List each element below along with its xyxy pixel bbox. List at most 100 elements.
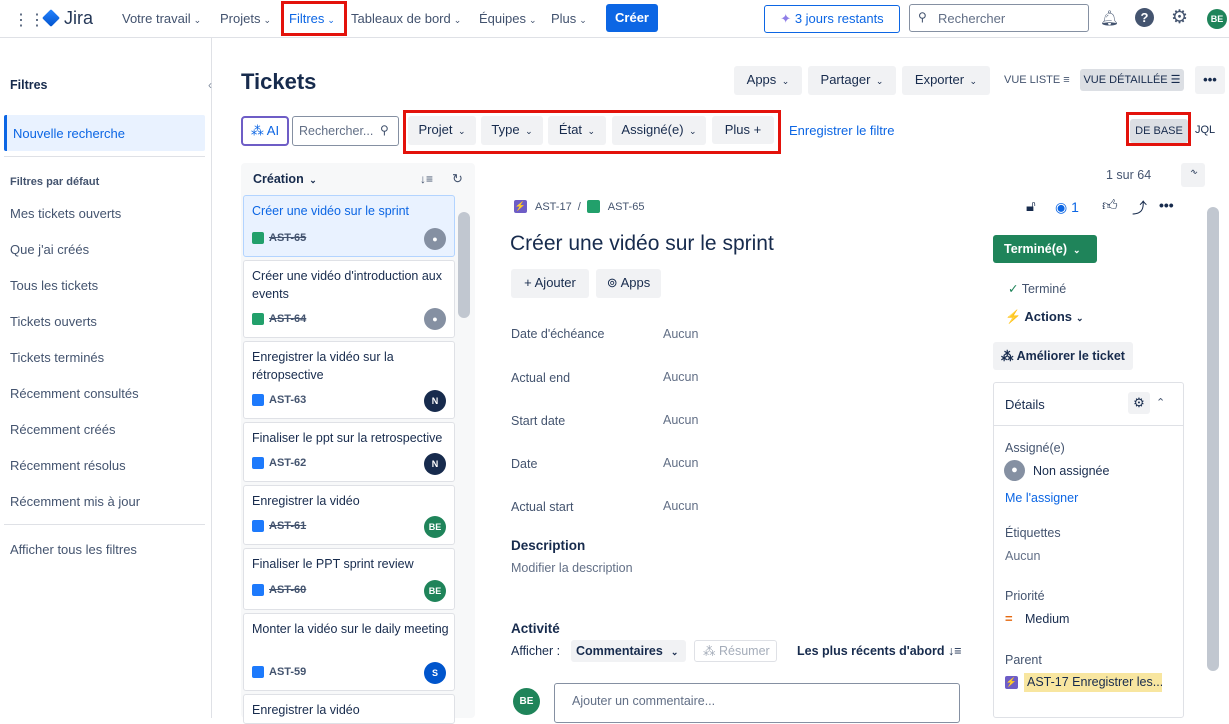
description-placeholder[interactable]: Modifier la description	[511, 561, 633, 575]
watch-button[interactable]: ◉ 1	[1055, 199, 1079, 216]
issue-title[interactable]: Créer une vidéo sur le sprint	[510, 232, 774, 256]
list-scrollbar[interactable]	[458, 212, 470, 318]
comments-dropdown[interactable]: Commentaires ⌄	[571, 640, 686, 662]
export-button[interactable]: Exporter ⌄	[902, 66, 990, 95]
list-item[interactable]: Finaliser le PPT sprint review AST-60 BE	[243, 548, 455, 610]
filter-search-input[interactable]: Rechercher... ⚲	[292, 116, 399, 146]
field-label: Date d'échéance	[511, 327, 605, 341]
field-value[interactable]: Aucun	[663, 499, 698, 513]
settings-icon[interactable]: ⚙	[1171, 6, 1188, 29]
nav-plus[interactable]: Plus ⌄	[551, 11, 587, 26]
sidebar-item-mis-a-jour[interactable]: Récemment mis à jour	[10, 494, 140, 509]
details-title[interactable]: Détails	[1005, 397, 1045, 412]
improve-ticket-button[interactable]: ⁂ Améliorer le ticket	[993, 342, 1133, 370]
sidebar-item-termines[interactable]: Tickets terminés	[10, 350, 104, 365]
list-item[interactable]: Créer une vidéo d'introduction aux event…	[243, 260, 455, 338]
save-filter-link[interactable]: Enregistrer le filtre	[789, 123, 894, 138]
nav-votre-travail[interactable]: Votre travail ⌄	[122, 11, 201, 26]
avatar: BE	[424, 580, 446, 602]
lock-icon[interactable]: 🔓︎	[1026, 198, 1036, 215]
add-button[interactable]: + Ajouter	[511, 269, 589, 298]
sidebar-item-ouverts[interactable]: Tickets ouverts	[10, 314, 97, 329]
collapse-sidebar-icon[interactable]: ‹	[208, 78, 212, 92]
list-item[interactable]: Enregistrer la vidéo AST-61 BE	[243, 485, 455, 545]
order-toggle[interactable]: Les plus récents d'abord ↓≡	[797, 644, 962, 658]
activity-show-label: Afficher :	[511, 644, 561, 658]
ai-button[interactable]: ⁂ AI	[241, 116, 289, 146]
share-icon[interactable]: ⤴	[1132, 197, 1147, 218]
summarize-button[interactable]: ⁂ Résumer	[694, 640, 777, 662]
assignee-label: Assigné(e)	[1005, 441, 1065, 455]
app-switcher-icon[interactable]: ⋮⋮	[13, 10, 45, 29]
priority-value[interactable]: Medium	[1025, 612, 1069, 626]
status-button[interactable]: Terminé(e) ⌄	[993, 235, 1097, 263]
task-icon	[252, 666, 264, 678]
sidebar-all-filters[interactable]: Afficher tous les filtres	[10, 542, 137, 557]
list-item[interactable]: Monter la vidéo sur le daily meeting AST…	[243, 613, 455, 691]
field-value[interactable]: Aucun	[663, 413, 698, 427]
sidebar-item-recemment-crees[interactable]: Récemment créés	[10, 422, 115, 437]
help-icon[interactable]: ?	[1135, 8, 1154, 27]
apps-button[interactable]: Apps ⌄	[734, 66, 802, 95]
field-value[interactable]: Aucun	[663, 456, 698, 470]
actions-dropdown[interactable]: ⚡ Actions ⌄	[1005, 309, 1084, 325]
brand-name[interactable]: Jira	[64, 8, 93, 29]
chevron-up-icon[interactable]: ⌃	[1156, 396, 1165, 409]
breadcrumb-parent[interactable]: AST-17	[535, 201, 572, 213]
apps-detail-button[interactable]: ⊚ Apps	[596, 269, 661, 298]
list-item[interactable]: Enregistrer la vidéo sur la rétropsectiv…	[243, 341, 455, 419]
more-actions-button[interactable]: •••	[1195, 66, 1225, 94]
field-label: Actual end	[511, 371, 571, 385]
sidebar-section-title: Filtres par défaut	[10, 176, 100, 188]
sidebar-item-resolus[interactable]: Récemment résolus	[10, 458, 126, 473]
list-item-key: AST-63	[252, 394, 306, 406]
sidebar-item-consultes[interactable]: Récemment consultés	[10, 386, 139, 401]
nav-tableaux-de-bord[interactable]: Tableaux de bord ⌄	[351, 11, 461, 26]
resolution: ✓ Terminé	[1008, 282, 1067, 296]
list-item-title: Enregistrer la vidéo	[252, 494, 360, 508]
nav-equipes[interactable]: Équipes ⌄	[479, 11, 537, 26]
sidebar-item-crees[interactable]: Que j'ai créés	[10, 242, 89, 257]
sidebar-item-new-search[interactable]: Nouvelle recherche	[4, 115, 205, 151]
field-label: Date	[511, 457, 538, 471]
epic-icon: ⚡	[514, 200, 527, 213]
comment-avatar: BE	[513, 688, 540, 715]
share-button[interactable]: Partager ⌄	[808, 66, 896, 95]
create-button[interactable]: Créer	[606, 4, 658, 32]
list-item-key: AST-61	[252, 520, 306, 532]
detail-scrollbar[interactable]	[1207, 207, 1219, 671]
search-field[interactable]: ⚲ Rechercher	[909, 4, 1089, 32]
field-value[interactable]: Aucun	[663, 327, 698, 341]
list-item[interactable]: Enregistrer la vidéo	[243, 694, 455, 724]
field-value[interactable]: Aucun	[663, 370, 698, 384]
labels-value[interactable]: Aucun	[1005, 549, 1040, 563]
list-view-button[interactable]: VUE LISTE ≡	[1004, 74, 1070, 86]
sidebar-item-mes-tickets[interactable]: Mes tickets ouverts	[10, 206, 121, 221]
nav-projets[interactable]: Projets ⌄	[220, 11, 271, 26]
list-item-title: Monter la vidéo sur le daily meeting	[252, 622, 449, 636]
assign-me-link[interactable]: Me l'assigner	[1005, 491, 1078, 505]
user-avatar[interactable]: BE	[1207, 9, 1227, 29]
refresh-icon[interactable]: ↻	[452, 171, 463, 187]
like-icon[interactable]: 👍︎	[1102, 197, 1118, 215]
labels-label: Étiquettes	[1005, 526, 1061, 540]
sparkle-icon: ⁂	[703, 644, 719, 658]
trial-button[interactable]: ✦ 3 jours restants	[764, 5, 900, 33]
gear-icon[interactable]: ⚙	[1128, 392, 1150, 414]
parent-value[interactable]: AST-17 Enregistrer les...	[1024, 673, 1162, 692]
list-item[interactable]: Créer une vidéo sur le sprint AST-65 ●	[243, 195, 455, 257]
sidebar: Filtres ‹ Nouvelle recherche Filtres par…	[0, 38, 212, 718]
sort-dropdown[interactable]: Création ⌄	[253, 172, 317, 186]
notifications-icon[interactable]: 🔔︎	[1100, 9, 1119, 27]
more-icon[interactable]: •••	[1159, 197, 1174, 213]
breadcrumb-current[interactable]: AST-65	[608, 201, 645, 213]
chevron-down-icon[interactable]: ⌄	[1191, 166, 1199, 177]
sort-order-icon[interactable]: ↓≡	[420, 172, 433, 186]
comment-input[interactable]: Ajouter un commentaire...	[554, 683, 960, 723]
sidebar-item-tous[interactable]: Tous les tickets	[10, 278, 98, 293]
list-item[interactable]: Finaliser le ppt sur la retrospective AS…	[243, 422, 455, 482]
epic-icon: ⚡	[1005, 676, 1018, 689]
detail-view-button[interactable]: VUE DÉTAILLÉE ☰	[1080, 69, 1184, 91]
assignee-value[interactable]: Non assignée	[1033, 464, 1109, 478]
jql-mode-button[interactable]: JQL	[1195, 124, 1215, 136]
